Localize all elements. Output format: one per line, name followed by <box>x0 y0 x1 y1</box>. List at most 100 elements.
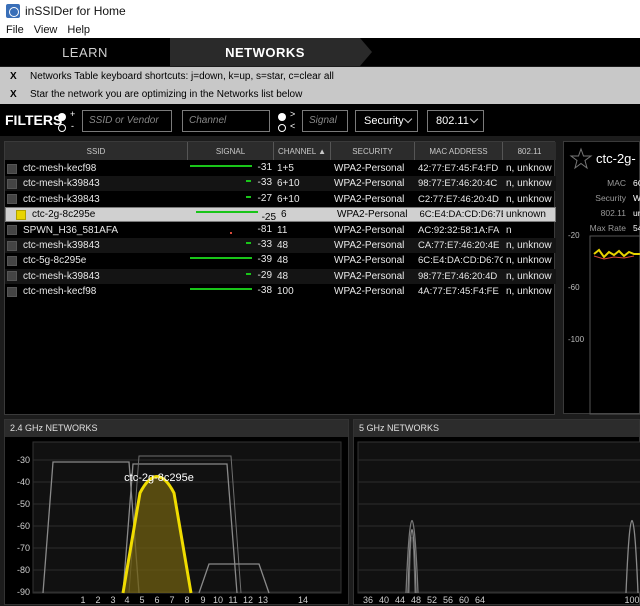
radio-greater[interactable] <box>278 113 286 121</box>
detail-signal-line-secondary <box>593 255 635 260</box>
table-row[interactable]: ctc-mesh-kecf98 -38 100 WPA2-Personal 4A:77:… <box>5 284 556 299</box>
ghz24-xtick: 13 <box>258 595 268 605</box>
ghz24-ytick: -60 <box>17 521 30 531</box>
row-color-swatch[interactable] <box>7 178 17 189</box>
chevron-down-icon <box>469 114 479 124</box>
column-channel[interactable]: CHANNEL ▲ <box>274 142 331 160</box>
row-color-swatch[interactable] <box>7 194 17 205</box>
cell-security: WPA2-Personal <box>334 240 405 251</box>
channel-filter-input[interactable]: Channel <box>182 110 270 132</box>
table-row[interactable]: ctc-mesh-k39843 -33 6+10 WPA2-Personal 98:77… <box>5 176 556 192</box>
cell-security: WPA2-Personal <box>334 224 405 236</box>
ssid-text: ctc-mesh-kecf98 <box>23 286 97 298</box>
signal-sparkline <box>195 211 258 214</box>
table-row[interactable]: ctc-mesh-kecf98 -31 1+5 WPA2-Personal 42:77:… <box>5 161 556 176</box>
row-color-swatch[interactable] <box>16 209 26 220</box>
cell-mac: C2:77:E7:46:20:4D <box>418 193 499 205</box>
ghz24-xtick: 11 <box>228 595 237 605</box>
star-icon <box>569 147 593 170</box>
signal-text: -27 <box>257 192 272 204</box>
column-signal[interactable]: SIGNAL <box>188 142 274 160</box>
cell-security: WPA2-Personal <box>334 178 405 190</box>
close-notice-button[interactable]: X <box>10 71 22 82</box>
cell-channel: 11 <box>277 224 288 236</box>
table-row[interactable]: ctc-2g-8c295e -25 6 WPA2-Personal 6C:E4:DA:C… <box>5 207 556 223</box>
detail-label-phy: 802.11 <box>601 208 627 218</box>
ghz24-ytick: -90 <box>17 587 30 597</box>
menu-view[interactable]: View <box>34 24 58 36</box>
detail-ytick: -20 <box>568 231 580 240</box>
cell-ssid: ctc-mesh-k39843 <box>5 194 188 205</box>
menu-help[interactable]: Help <box>67 24 90 36</box>
signal-text: -31 <box>257 162 272 173</box>
row-color-swatch[interactable] <box>7 255 17 266</box>
row-color-swatch[interactable] <box>7 225 17 236</box>
close-notice-button[interactable]: X <box>10 89 22 100</box>
ghz5-panel: 5 GHz NETWORKS 36 40 44 48 52 56 60 64 100 <box>353 419 640 605</box>
cell-ssid: SPWN_H36_581AFA <box>5 225 188 236</box>
cell-phy: n, unknow <box>506 193 552 205</box>
ghz5-chart: 36 40 44 48 52 56 60 64 100 <box>357 441 640 605</box>
app-icon <box>6 4 20 18</box>
cell-mac: 6C:E4:DA:CD:D6:7C <box>418 255 503 267</box>
security-filter-select[interactable]: Security <box>355 110 418 132</box>
detail-value-phy: un <box>633 208 640 218</box>
ghz24-ytick: -30 <box>17 455 30 465</box>
row-color-swatch[interactable] <box>7 271 17 282</box>
ghz24-ytick: -50 <box>17 499 30 509</box>
ssid-text: SPWN_H36_581AFA <box>23 224 119 236</box>
table-row[interactable]: ctc-5g-8c295e -39 48 WPA2-Personal 6C:E4:DA:… <box>5 253 556 268</box>
cell-mac: 4A:77:E7:45:F4:FE <box>418 286 499 298</box>
radio-minus[interactable] <box>58 124 66 132</box>
column-mac[interactable]: MAC ADDRESS <box>415 142 503 160</box>
ssid-filter-input[interactable]: SSID or Vendor <box>82 110 172 132</box>
ghz24-ytick: -80 <box>17 565 30 575</box>
cell-signal: -25 <box>194 207 278 222</box>
ghz24-ytick: -70 <box>17 543 30 553</box>
detail-ssid: ctc-2g- <box>596 151 636 166</box>
signal-filter-input[interactable]: Signal <box>302 110 348 132</box>
cell-security: WPA2-Personal <box>334 270 405 282</box>
cell-phy: n, unknow <box>506 240 552 251</box>
cell-signal: -29 <box>188 269 274 284</box>
cell-phy: n, unknow <box>506 270 552 282</box>
cell-channel: 1+5 <box>277 163 294 174</box>
cell-channel: 48 <box>277 240 289 251</box>
table-row[interactable]: ctc-mesh-k39843 -29 48 WPA2-Personal 98:77:E… <box>5 268 556 284</box>
column-phy[interactable]: 802.11 <box>503 142 556 160</box>
cell-phy: n <box>506 224 512 236</box>
menu-file[interactable]: File <box>6 24 24 36</box>
ghz24-xtick: 2 <box>95 595 100 605</box>
row-color-swatch[interactable] <box>7 163 17 174</box>
ghz24-ytick: -40 <box>17 477 30 487</box>
ghz24-xtick: 8 <box>184 595 189 605</box>
cell-ssid: ctc-mesh-k39843 <box>5 271 188 282</box>
column-ssid[interactable]: SSID <box>5 142 188 160</box>
ghz24-selected-label: ctc-2g-8c295e <box>124 472 194 484</box>
ghz5-xtick: 36 <box>363 595 373 605</box>
row-color-swatch[interactable] <box>7 240 17 251</box>
cell-phy: n, unknow <box>506 163 552 174</box>
column-security[interactable]: SECURITY <box>331 142 415 160</box>
table-row[interactable]: ctc-mesh-k39843 -33 48 WPA2-Personal CA:77:E… <box>5 238 556 253</box>
detail-label-security: Security <box>595 193 626 203</box>
cell-phy: n, unknow <box>506 286 552 298</box>
cell-ssid: ctc-5g-8c295e <box>5 255 188 266</box>
cell-security: WPA2-Personal <box>334 286 405 298</box>
network-detail-panel: ctc-2g- MAC 6C Security W 802.11 un Max … <box>563 141 640 415</box>
cell-signal: -31 <box>188 161 274 176</box>
radio-plus[interactable] <box>58 113 66 121</box>
table-row[interactable]: SPWN_H36_581AFA -81 11 WPA2-Personal AC:92:3… <box>5 223 556 238</box>
ghz24-xtick: 1 <box>80 595 85 605</box>
table-header: SSID SIGNAL CHANNEL ▲ SECURITY MAC ADDRE… <box>5 142 556 160</box>
tab-networks[interactable]: NETWORKS <box>170 38 360 66</box>
ssid-text: ctc-5g-8c295e <box>23 255 87 267</box>
tab-learn[interactable]: LEARN <box>0 38 170 66</box>
row-color-swatch[interactable] <box>7 286 17 297</box>
phy-filter-select[interactable]: 802.11 <box>427 110 484 132</box>
signal-text: -39 <box>257 254 272 266</box>
signal-text: -38 <box>257 285 272 297</box>
signal-sparkline <box>246 272 251 275</box>
radio-less[interactable] <box>278 124 286 132</box>
tab-learn-label: LEARN <box>62 44 108 60</box>
